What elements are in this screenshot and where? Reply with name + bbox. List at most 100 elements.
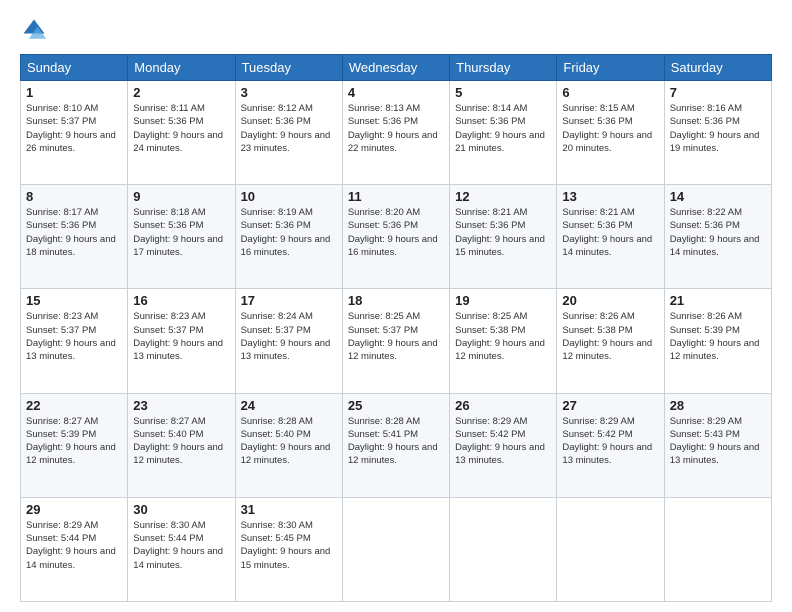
calendar-week-row: 1 Sunrise: 8:10 AMSunset: 5:37 PMDaylight…: [21, 81, 772, 185]
calendar-cell: 10 Sunrise: 8:19 AMSunset: 5:36 PMDayligh…: [235, 185, 342, 289]
day-number: 7: [670, 85, 766, 100]
day-number: 26: [455, 398, 551, 413]
calendar-cell: 15Sunrise: 8:23 AMSunset: 5:37 PMDayligh…: [21, 289, 128, 393]
day-detail: Sunrise: 8:16 AMSunset: 5:36 PMDaylight:…: [670, 102, 766, 155]
day-number: 12: [455, 189, 551, 204]
day-detail: Sunrise: 8:23 AMSunset: 5:37 PMDaylight:…: [133, 310, 229, 363]
day-detail: Sunrise: 8:11 AMSunset: 5:36 PMDaylight:…: [133, 102, 229, 155]
day-detail: Sunrise: 8:28 AMSunset: 5:41 PMDaylight:…: [348, 415, 444, 468]
calendar-cell: 3Sunrise: 8:12 AMSunset: 5:36 PMDaylight…: [235, 81, 342, 185]
calendar-cell: 7 Sunrise: 8:16 AMSunset: 5:36 PMDaylight…: [664, 81, 771, 185]
calendar-cell: 14Sunrise: 8:22 AMSunset: 5:36 PMDayligh…: [664, 185, 771, 289]
day-number: 2: [133, 85, 229, 100]
day-number: 20: [562, 293, 658, 308]
day-detail: Sunrise: 8:28 AMSunset: 5:40 PMDaylight:…: [241, 415, 337, 468]
day-number: 5: [455, 85, 551, 100]
col-wednesday: Wednesday: [342, 55, 449, 81]
calendar-cell: 8 Sunrise: 8:17 AMSunset: 5:36 PMDaylight…: [21, 185, 128, 289]
day-detail: Sunrise: 8:14 AMSunset: 5:36 PMDaylight:…: [455, 102, 551, 155]
col-sunday: Sunday: [21, 55, 128, 81]
day-number: 18: [348, 293, 444, 308]
col-monday: Monday: [128, 55, 235, 81]
col-tuesday: Tuesday: [235, 55, 342, 81]
day-number: 25: [348, 398, 444, 413]
calendar-cell: 29 Sunrise: 8:29 AMSunset: 5:44 PMDayligh…: [21, 497, 128, 601]
calendar-cell: 28 Sunrise: 8:29 AMSunset: 5:43 PMDayligh…: [664, 393, 771, 497]
calendar-cell: 1 Sunrise: 8:10 AMSunset: 5:37 PMDaylight…: [21, 81, 128, 185]
day-number: 1: [26, 85, 122, 100]
calendar-cell: 5 Sunrise: 8:14 AMSunset: 5:36 PMDaylight…: [450, 81, 557, 185]
calendar-cell: [557, 497, 664, 601]
day-number: 28: [670, 398, 766, 413]
day-number: 27: [562, 398, 658, 413]
day-detail: Sunrise: 8:21 AMSunset: 5:36 PMDaylight:…: [562, 206, 658, 259]
day-detail: Sunrise: 8:25 AMSunset: 5:38 PMDaylight:…: [455, 310, 551, 363]
day-number: 6: [562, 85, 658, 100]
day-number: 23: [133, 398, 229, 413]
calendar-cell: 26 Sunrise: 8:29 AMSunset: 5:42 PMDayligh…: [450, 393, 557, 497]
day-number: 30: [133, 502, 229, 517]
day-number: 17: [241, 293, 337, 308]
day-detail: Sunrise: 8:21 AMSunset: 5:36 PMDaylight:…: [455, 206, 551, 259]
day-number: 22: [26, 398, 122, 413]
logo-icon: [20, 16, 48, 44]
day-number: 11: [348, 189, 444, 204]
calendar-cell: 11 Sunrise: 8:20 AMSunset: 5:36 PMDayligh…: [342, 185, 449, 289]
day-detail: Sunrise: 8:20 AMSunset: 5:36 PMDaylight:…: [348, 206, 444, 259]
day-detail: Sunrise: 8:25 AMSunset: 5:37 PMDaylight:…: [348, 310, 444, 363]
calendar-cell: 27 Sunrise: 8:29 AMSunset: 5:42 PMDayligh…: [557, 393, 664, 497]
calendar-cell: 30Sunrise: 8:30 AMSunset: 5:44 PMDayligh…: [128, 497, 235, 601]
col-saturday: Saturday: [664, 55, 771, 81]
day-detail: Sunrise: 8:24 AMSunset: 5:37 PMDaylight:…: [241, 310, 337, 363]
header: [20, 16, 772, 44]
day-number: 8: [26, 189, 122, 204]
calendar-cell: [664, 497, 771, 601]
calendar-cell: 9Sunrise: 8:18 AMSunset: 5:36 PMDaylight…: [128, 185, 235, 289]
day-number: 21: [670, 293, 766, 308]
calendar-cell: 19 Sunrise: 8:25 AMSunset: 5:38 PMDayligh…: [450, 289, 557, 393]
day-number: 19: [455, 293, 551, 308]
day-number: 9: [133, 189, 229, 204]
calendar-week-row: 22 Sunrise: 8:27 AMSunset: 5:39 PMDayligh…: [21, 393, 772, 497]
calendar-week-row: 8 Sunrise: 8:17 AMSunset: 5:36 PMDaylight…: [21, 185, 772, 289]
calendar-week-row: 15Sunrise: 8:23 AMSunset: 5:37 PMDayligh…: [21, 289, 772, 393]
day-detail: Sunrise: 8:17 AMSunset: 5:36 PMDaylight:…: [26, 206, 122, 259]
day-detail: Sunrise: 8:13 AMSunset: 5:36 PMDaylight:…: [348, 102, 444, 155]
calendar-cell: 16 Sunrise: 8:23 AMSunset: 5:37 PMDayligh…: [128, 289, 235, 393]
calendar-table: Sunday Monday Tuesday Wednesday Thursday…: [20, 54, 772, 602]
calendar-cell: 12 Sunrise: 8:21 AMSunset: 5:36 PMDayligh…: [450, 185, 557, 289]
day-detail: Sunrise: 8:10 AMSunset: 5:37 PMDaylight:…: [26, 102, 122, 155]
day-detail: Sunrise: 8:15 AMSunset: 5:36 PMDaylight:…: [562, 102, 658, 155]
calendar-cell: 23Sunrise: 8:27 AMSunset: 5:40 PMDayligh…: [128, 393, 235, 497]
day-detail: Sunrise: 8:27 AMSunset: 5:39 PMDaylight:…: [26, 415, 122, 468]
day-number: 24: [241, 398, 337, 413]
col-friday: Friday: [557, 55, 664, 81]
calendar-cell: 17 Sunrise: 8:24 AMSunset: 5:37 PMDayligh…: [235, 289, 342, 393]
day-detail: Sunrise: 8:29 AMSunset: 5:43 PMDaylight:…: [670, 415, 766, 468]
day-number: 29: [26, 502, 122, 517]
day-number: 13: [562, 189, 658, 204]
logo: [20, 16, 50, 44]
calendar-cell: [450, 497, 557, 601]
day-number: 16: [133, 293, 229, 308]
day-number: 4: [348, 85, 444, 100]
day-number: 31: [241, 502, 337, 517]
day-detail: Sunrise: 8:26 AMSunset: 5:39 PMDaylight:…: [670, 310, 766, 363]
calendar-cell: 18 Sunrise: 8:25 AMSunset: 5:37 PMDayligh…: [342, 289, 449, 393]
calendar-cell: 6 Sunrise: 8:15 AMSunset: 5:36 PMDaylight…: [557, 81, 664, 185]
calendar-cell: 25 Sunrise: 8:28 AMSunset: 5:41 PMDayligh…: [342, 393, 449, 497]
day-detail: Sunrise: 8:23 AMSunset: 5:37 PMDaylight:…: [26, 310, 122, 363]
calendar-cell: 24 Sunrise: 8:28 AMSunset: 5:40 PMDayligh…: [235, 393, 342, 497]
day-number: 10: [241, 189, 337, 204]
calendar-page: Sunday Monday Tuesday Wednesday Thursday…: [0, 0, 792, 612]
day-detail: Sunrise: 8:29 AMSunset: 5:42 PMDaylight:…: [562, 415, 658, 468]
day-detail: Sunrise: 8:29 AMSunset: 5:44 PMDaylight:…: [26, 519, 122, 572]
day-detail: Sunrise: 8:29 AMSunset: 5:42 PMDaylight:…: [455, 415, 551, 468]
day-number: 3: [241, 85, 337, 100]
calendar-cell: 20Sunrise: 8:26 AMSunset: 5:38 PMDayligh…: [557, 289, 664, 393]
day-number: 14: [670, 189, 766, 204]
day-detail: Sunrise: 8:19 AMSunset: 5:36 PMDaylight:…: [241, 206, 337, 259]
calendar-cell: 21 Sunrise: 8:26 AMSunset: 5:39 PMDayligh…: [664, 289, 771, 393]
calendar-cell: 4 Sunrise: 8:13 AMSunset: 5:36 PMDaylight…: [342, 81, 449, 185]
calendar-cell: 22 Sunrise: 8:27 AMSunset: 5:39 PMDayligh…: [21, 393, 128, 497]
